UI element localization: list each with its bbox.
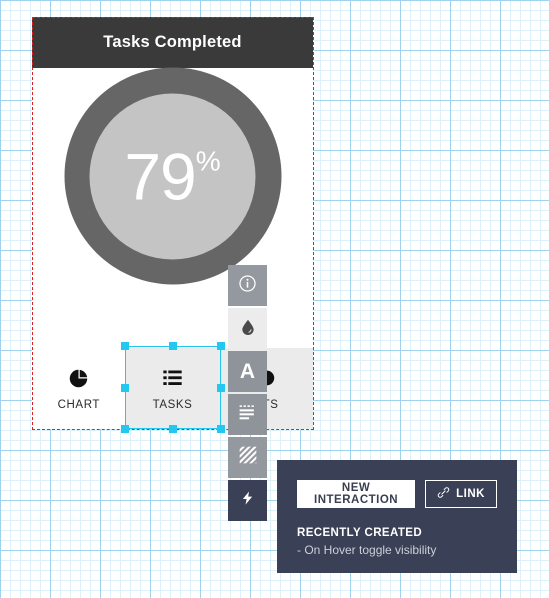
new-interaction-button[interactable]: NEW INTERACTION <box>297 480 416 508</box>
link-button[interactable]: LINK <box>425 480 497 508</box>
ink-drop-icon <box>240 317 256 341</box>
page-title: Tasks Completed <box>103 33 242 51</box>
card-tab-bar: CHART TASKS NTS <box>32 348 314 429</box>
lightning-bolt-icon <box>240 488 255 513</box>
recently-created-heading: RECENTLY CREATED <box>297 527 423 539</box>
list-lines-button[interactable] <box>228 394 267 435</box>
info-circle-icon <box>238 274 257 298</box>
list-icon <box>161 366 185 390</box>
info-circle-button[interactable] <box>228 265 267 306</box>
text-format-icon: A <box>239 360 256 383</box>
list-lines-icon <box>237 403 258 427</box>
donut-unit: % <box>195 145 221 176</box>
interaction-panel: NEW INTERACTION LINK RECENTLY CREATED - … <box>277 460 517 573</box>
tab-tasks[interactable]: TASKS <box>125 348 220 429</box>
link-button-label: LINK <box>456 488 485 500</box>
tasks-completed-card: Tasks Completed 79 % CHART TASKS <box>32 17 314 429</box>
text-format-button[interactable]: A <box>228 351 267 392</box>
donut-chart-region: 79 % <box>32 67 313 363</box>
donut-chart: 79 % <box>64 67 281 285</box>
panel-actions: NEW INTERACTION LINK <box>297 480 497 508</box>
lightning-bolt-button[interactable] <box>228 480 267 521</box>
ink-drop-button[interactable] <box>228 308 267 349</box>
tab-tasks-label: TASKS <box>152 399 193 411</box>
donut-inner-circle: 79 % <box>89 93 256 259</box>
tab-chart-label: CHART <box>57 399 101 411</box>
recently-created-item[interactable]: - On Hover toggle visibility <box>297 543 497 557</box>
donut-value-group: 79 % <box>124 143 220 209</box>
hatch-pattern-button[interactable] <box>228 437 267 478</box>
card-header: Tasks Completed <box>32 17 313 68</box>
tab-chart[interactable]: CHART <box>32 348 126 429</box>
floating-toolbar: A <box>228 265 267 521</box>
link-icon <box>437 486 450 502</box>
pie-chart-icon <box>67 366 91 390</box>
donut-value: 79 <box>124 139 196 213</box>
hatch-pattern-icon <box>238 445 258 470</box>
